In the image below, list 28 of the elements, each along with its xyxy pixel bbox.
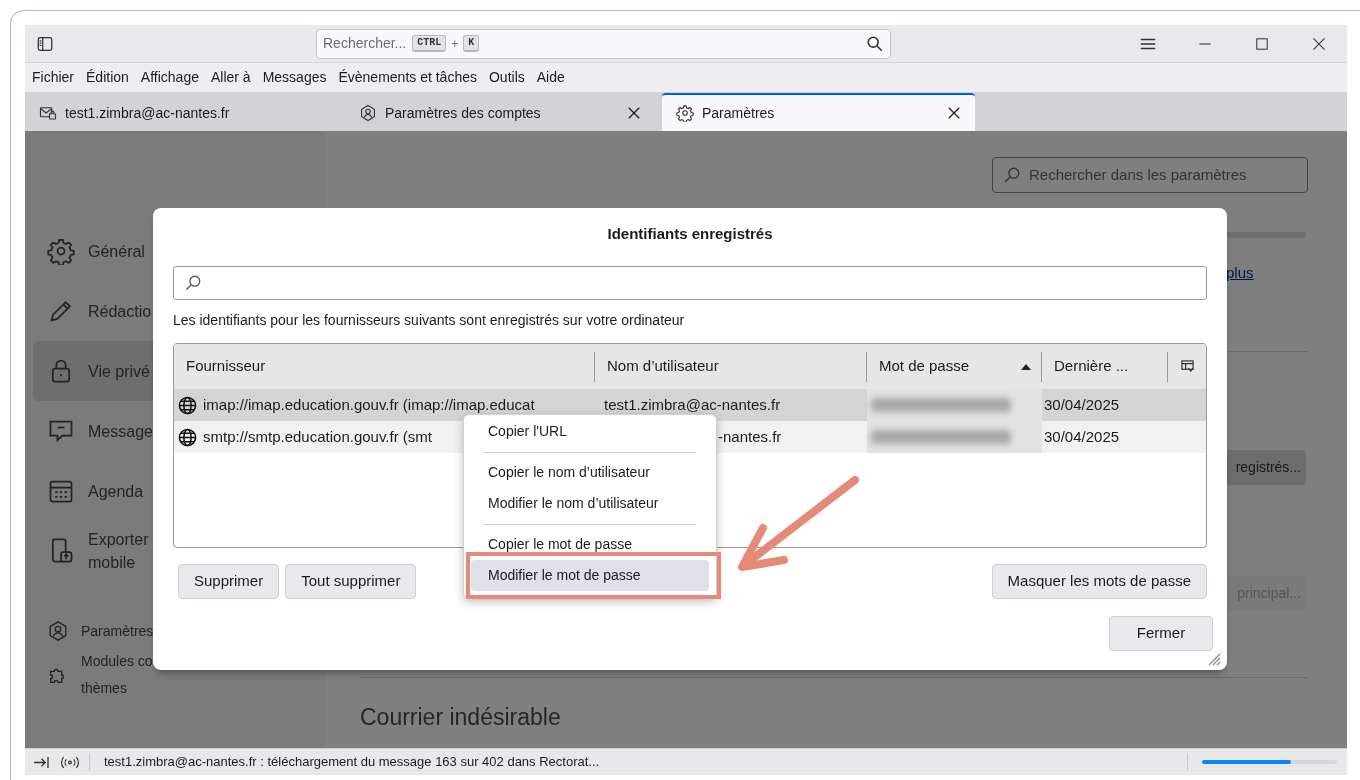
description-text: Les identifiants pour les fournisseurs suivants sont enregistrés sur votre ordinateur <box>173 311 686 330</box>
sidebar-item-label: thèmes <box>81 679 128 698</box>
search-placeholder: Rechercher... <box>323 34 407 53</box>
sidebar-item-label: mobile <box>88 553 137 573</box>
section-heading: Courrier indésirable <box>360 702 562 732</box>
date-cell: 30/04/2025 <box>1044 395 1120 413</box>
sidebar-item-label: Rédactio <box>88 301 152 322</box>
sidebar-item-label: Paramètres <box>81 621 154 641</box>
username-cell-text: test1.zimbra@ac-nantes.fr <box>604 394 781 415</box>
keyboard-key: CTRL <box>412 35 447 52</box>
sidebar-item-label: Vie privé <box>88 361 150 382</box>
date-cell: 30/04/2025 <box>1044 427 1120 445</box>
tab-label: Paramètres <box>702 103 775 123</box>
sidebar-item-label: Exporter <box>88 530 149 550</box>
sidebar-item-label: Général <box>88 241 145 262</box>
status-text: test1.zimbra@ac-nantes.fr : téléchargement du message 163 sur 402 dans Rectorat... <box>104 753 600 772</box>
provider-cell-text: imap://imap.education.gouv.fr (imap://imap.educat <box>203 394 535 415</box>
keyboard-key: K <box>463 35 480 52</box>
dialog-title: Identifiants enregistrés <box>606 224 774 244</box>
search-placeholder: Rechercher dans les paramètres <box>1029 164 1247 185</box>
tab-label: test1.zimbra@ac-nantes.fr <box>65 103 230 123</box>
tab-label: Paramètres des comptes <box>385 103 541 123</box>
key-joiner: + <box>451 35 459 53</box>
sidebar-item-label: Modules co <box>81 652 153 671</box>
sidebar-item-label: Agenda <box>88 481 144 502</box>
provider-cell-text: smtp://smtp.education.gouv.fr (smt <box>203 426 432 447</box>
username-cell-text: -nantes.fr <box>718 426 782 447</box>
sidebar-item-label: Message <box>88 421 153 442</box>
